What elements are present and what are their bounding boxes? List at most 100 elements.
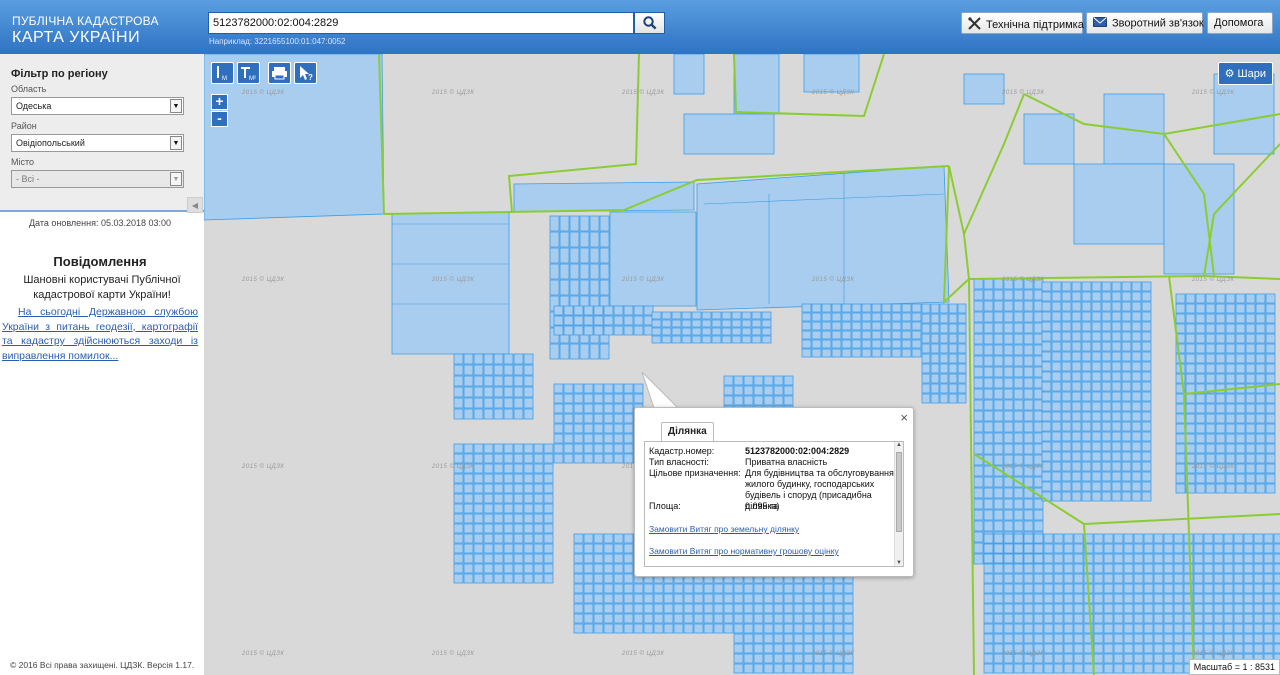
parcel[interactable] [1215, 473, 1226, 484]
print-button[interactable] [268, 62, 291, 84]
zoom-in-button[interactable]: + [211, 94, 228, 110]
parcel[interactable] [1003, 311, 1014, 323]
parcel[interactable] [1133, 633, 1144, 644]
parcel[interactable] [1213, 573, 1224, 584]
parcel[interactable] [957, 353, 967, 364]
parcel[interactable] [1113, 563, 1124, 574]
parcel[interactable] [841, 348, 852, 358]
parcel[interactable] [1195, 473, 1206, 484]
parcel[interactable] [1003, 573, 1014, 584]
parcel[interactable] [1061, 371, 1072, 382]
parcel[interactable] [1053, 603, 1064, 614]
parcel[interactable] [939, 353, 949, 364]
parcel[interactable] [1013, 399, 1024, 411]
parcel[interactable] [553, 433, 564, 444]
parcel[interactable] [1121, 471, 1132, 482]
parcel[interactable] [723, 623, 734, 634]
parcel[interactable] [753, 623, 764, 634]
parcel[interactable] [1213, 613, 1224, 624]
parcel[interactable] [983, 344, 994, 356]
parcel[interactable] [549, 263, 560, 280]
parcel[interactable] [1121, 351, 1132, 362]
parcel[interactable] [1121, 491, 1132, 502]
parcel[interactable] [1173, 643, 1184, 654]
parcel[interactable] [721, 327, 732, 336]
parcel[interactable] [1003, 421, 1014, 433]
parcel[interactable] [473, 503, 484, 514]
parcel[interactable] [573, 433, 584, 444]
parcel[interactable] [1263, 643, 1274, 654]
parcel[interactable] [1023, 421, 1034, 433]
parcel[interactable] [1081, 441, 1092, 452]
parcel[interactable] [663, 583, 674, 594]
parcel[interactable] [1043, 563, 1054, 574]
parcel[interactable] [1141, 491, 1152, 502]
parcel[interactable] [801, 303, 812, 313]
parcel[interactable] [1131, 481, 1142, 492]
parcel[interactable] [1023, 432, 1034, 444]
parcel[interactable] [1013, 543, 1024, 554]
parcel[interactable] [1111, 301, 1122, 312]
parcel[interactable] [921, 343, 931, 354]
parcel[interactable] [1121, 341, 1132, 352]
parcel[interactable] [711, 335, 722, 344]
parcel[interactable] [1255, 323, 1266, 334]
parcel[interactable] [1265, 333, 1276, 344]
parcel[interactable] [1263, 623, 1274, 634]
parcel[interactable] [1185, 343, 1196, 354]
parcel[interactable] [1273, 643, 1280, 654]
parcel[interactable] [1203, 613, 1214, 624]
parcel[interactable] [661, 335, 672, 344]
parcel[interactable] [753, 583, 764, 594]
parcel[interactable] [921, 373, 931, 384]
parcel[interactable] [1041, 291, 1052, 302]
parcel[interactable] [773, 583, 784, 594]
parcel[interactable] [559, 247, 570, 264]
parcel[interactable] [1245, 463, 1256, 474]
parcel[interactable] [1101, 371, 1112, 382]
parcel[interactable] [1131, 451, 1142, 462]
parcel[interactable] [1051, 321, 1062, 332]
parcel[interactable] [993, 443, 1004, 455]
parcel[interactable] [763, 385, 774, 396]
parcel[interactable] [483, 523, 494, 534]
chevron-down-icon[interactable]: ▼ [170, 99, 182, 113]
parcel[interactable] [973, 553, 984, 565]
parcel[interactable] [813, 623, 824, 634]
parcel[interactable] [1215, 333, 1226, 344]
parcel[interactable] [1263, 633, 1274, 644]
parcel[interactable] [1023, 663, 1034, 674]
parcel[interactable] [813, 593, 824, 604]
parcel[interactable] [1041, 391, 1052, 402]
parcel[interactable] [453, 364, 464, 376]
parcel[interactable] [763, 375, 774, 386]
parcel[interactable] [823, 593, 834, 604]
parcel[interactable] [1023, 399, 1034, 411]
parcel[interactable] [613, 613, 624, 624]
parcel[interactable] [513, 397, 524, 409]
parcel[interactable] [939, 343, 949, 354]
parcel[interactable] [623, 403, 634, 414]
parcel[interactable] [741, 311, 752, 320]
parcel[interactable] [833, 613, 844, 624]
parcel[interactable] [801, 312, 812, 322]
parcel[interactable] [701, 319, 712, 328]
parcel[interactable] [1033, 573, 1044, 584]
parcel[interactable] [1003, 377, 1014, 389]
parcel[interactable] [1041, 351, 1052, 362]
parcel[interactable] [1233, 553, 1244, 564]
parcel[interactable] [1133, 643, 1144, 654]
parcel[interactable] [693, 613, 704, 624]
parcel[interactable] [599, 343, 610, 360]
parcel[interactable] [1023, 553, 1034, 564]
parcel[interactable] [1131, 471, 1142, 482]
parcel[interactable] [1233, 583, 1244, 594]
parcel[interactable] [1205, 303, 1216, 314]
parcel[interactable] [613, 383, 624, 394]
parcel[interactable] [803, 633, 814, 644]
parcel[interactable] [513, 463, 524, 474]
parcel[interactable] [1175, 483, 1186, 494]
parcel[interactable] [633, 603, 644, 614]
parcel[interactable] [543, 573, 554, 584]
parcel[interactable] [583, 413, 594, 424]
